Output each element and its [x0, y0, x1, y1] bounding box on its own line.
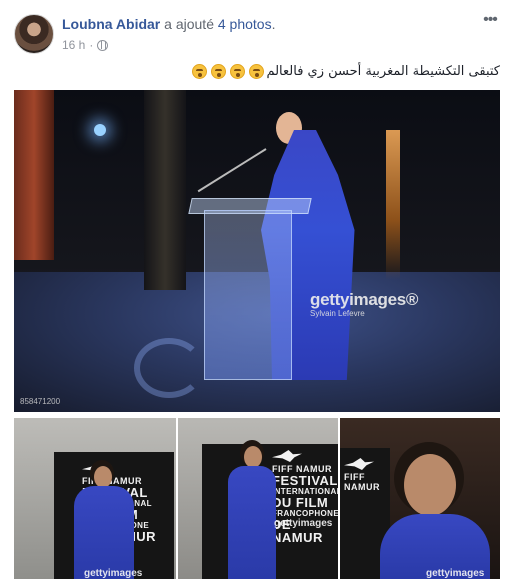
caption-text: كتبقى التكشيطة المغربية أحسن زي فالعالم — [266, 64, 500, 79]
timestamp-link[interactable]: 16 h — [62, 38, 85, 52]
banner-fiff: FIFF NAMUR — [344, 472, 380, 492]
glass-lectern — [204, 210, 292, 380]
facebook-post: Loubna Abidar a ajouté 4 photos. 16 h · … — [0, 0, 512, 579]
post-caption: كتبقى التكشيطة المغربية أحسن زي فالعالم — [190, 64, 500, 79]
watermark-brand: gettyimages® — [310, 290, 419, 309]
globe-icon[interactable] — [97, 39, 109, 51]
emoji-icon — [211, 64, 227, 79]
getty-watermark: gettyimages® Sylvain Lefevre — [310, 290, 418, 318]
photo-thumbnail-1[interactable]: FIFF NAMUR FESTIVAL INTERNATIONAL DU FIL… — [14, 418, 176, 579]
banner-line: DU FILM — [272, 495, 329, 510]
action-suffix: . — [271, 16, 276, 32]
person-face — [404, 454, 456, 516]
stage-column — [144, 90, 186, 290]
thumb-watermark: gettyimages — [84, 568, 143, 579]
main-photo[interactable]: gettyimages® Sylvain Lefevre 858471200 — [14, 90, 500, 412]
photo-count-link[interactable]: 4 photos — [218, 16, 272, 32]
person-head — [94, 466, 112, 488]
microphone — [197, 148, 267, 193]
photo-thumbnail-2[interactable]: FIFF NAMUR FESTIVAL INTERNATIONAL DU FIL… — [178, 418, 338, 579]
stage-light — [386, 130, 400, 280]
person-dress — [74, 486, 134, 579]
watermark-credit: Sylvain Lefevre — [310, 309, 365, 318]
person-head — [244, 446, 262, 468]
meta-separator: · — [89, 38, 94, 52]
spotlight — [94, 124, 106, 136]
post-meta: 16 h · — [62, 38, 109, 52]
fiff-logo-icon — [344, 458, 374, 470]
photo-id: 858471200 — [20, 397, 61, 406]
person-dress — [228, 466, 276, 579]
thumb-watermark: gettyimages — [426, 568, 485, 579]
thumb-watermark: gettyimages — [274, 518, 333, 529]
stage-curtain — [14, 90, 54, 260]
emoji-icon — [230, 64, 246, 79]
author-name-link[interactable]: Loubna Abidar — [62, 16, 160, 32]
more-options-icon[interactable]: ••• — [480, 12, 500, 32]
post-header: Loubna Abidar a ajouté 4 photos. — [62, 16, 275, 32]
action-text: a ajouté — [164, 16, 214, 32]
emoji-icon — [249, 64, 265, 79]
floor-projection — [134, 338, 204, 398]
photo-thumbnail-3[interactable]: FIFF NAMUR gettyimages — [340, 418, 500, 579]
fiff-logo-icon — [272, 450, 302, 462]
emoji-icon — [192, 64, 208, 79]
banner-line: FESTIVAL — [272, 473, 338, 488]
author-avatar[interactable] — [14, 14, 54, 54]
